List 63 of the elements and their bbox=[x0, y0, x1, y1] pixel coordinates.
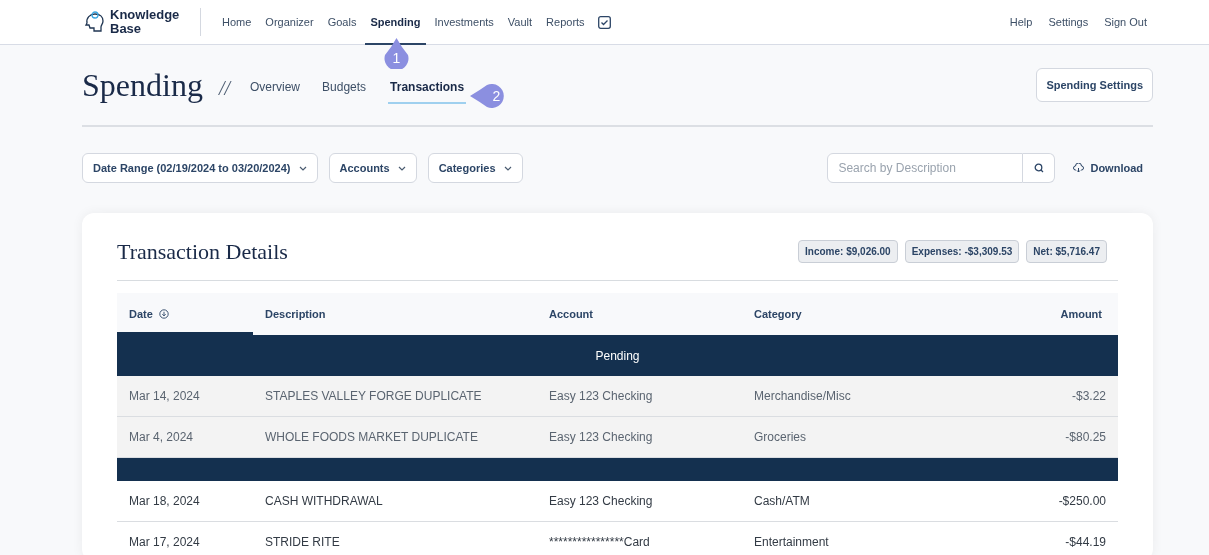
table-cell-text: -$250.00 bbox=[1057, 493, 1107, 510]
table-cell-text: Easy 123 Checking bbox=[548, 388, 654, 405]
filter-dropdown[interactable]: Categories bbox=[427, 153, 523, 183]
page-title: Spending bbox=[82, 66, 203, 105]
column-header[interactable]: Date bbox=[117, 293, 253, 335]
total-badge: Net: $5,716.47 bbox=[1026, 240, 1107, 263]
sort-down-icon[interactable] bbox=[158, 309, 169, 319]
table-cell-text: Easy 123 Checking bbox=[548, 429, 654, 446]
table-cell-text: Groceries bbox=[753, 429, 807, 446]
nav-link[interactable]: Settings bbox=[1048, 13, 1089, 31]
table-cell-text: Easy 123 Checking bbox=[548, 493, 654, 510]
column-header[interactable]: Category bbox=[742, 293, 992, 335]
column-header[interactable]: Account bbox=[537, 293, 742, 335]
table-row[interactable]: Mar 14, 2024 STAPLES VALLEY FORGE DUPLICATE Easy 123 Checking Merchandise/Misc -$3.22 bbox=[117, 376, 1118, 417]
total-badge: Income: $9,026.00 bbox=[798, 240, 898, 263]
search-field[interactable]: Search by Description bbox=[827, 153, 1024, 183]
nav-link[interactable]: Organizer bbox=[260, 0, 319, 45]
table-cell-text: Mar 14, 2024 bbox=[128, 388, 201, 405]
table-cell-text: STRIDE RITE bbox=[264, 534, 341, 551]
section-header-bar: Pending bbox=[117, 335, 1118, 376]
callout-marker: 1 bbox=[383, 38, 410, 69]
page-tab[interactable]: Overview bbox=[250, 72, 301, 104]
chevron-down-icon bbox=[397, 165, 406, 171]
table-row[interactable]: Mar 4, 2024 WHOLE FOODS MARKET DUPLICATE Easy 123 Checking Groceries -$80.25 bbox=[117, 417, 1118, 458]
table-cell-text: Cash/ATM bbox=[753, 493, 811, 510]
filter-dropdown[interactable]: Accounts bbox=[328, 153, 417, 183]
brand-name: Knowledge Base bbox=[110, 8, 181, 36]
nav-link[interactable]: Help bbox=[1009, 13, 1033, 31]
search-icon bbox=[1033, 163, 1044, 173]
table-cell-text: WHOLE FOODS MARKET DUPLICATE bbox=[264, 429, 479, 446]
nav-link[interactable]: Investments bbox=[429, 0, 499, 45]
search-button[interactable] bbox=[1023, 153, 1056, 183]
table-cell-text: Entertainment bbox=[753, 534, 830, 551]
column-header[interactable]: Description bbox=[253, 293, 537, 335]
column-header[interactable]: Amount bbox=[992, 293, 1118, 335]
table-cell-text: -$44.19 bbox=[1064, 534, 1107, 551]
download-link[interactable]: Download bbox=[1073, 159, 1143, 177]
page-tab[interactable]: Transactions bbox=[388, 72, 467, 104]
cloud-download-icon bbox=[1073, 163, 1085, 173]
total-badge: Expenses: -$3,309.53 bbox=[904, 240, 1020, 263]
table-cell-text: Mar 17, 2024 bbox=[128, 534, 201, 551]
nav-link[interactable]: Reports bbox=[541, 0, 590, 45]
table-cell-text: ****************Card bbox=[548, 534, 651, 551]
filter-dropdown[interactable]: Date Range (02/19/2024 to 03/20/2024) bbox=[82, 153, 318, 183]
title-separator: // bbox=[218, 76, 230, 101]
nav-link[interactable]: Vault bbox=[502, 0, 538, 45]
checkbox-icon[interactable] bbox=[597, 15, 611, 29]
table-cell-text: -$3.22 bbox=[1070, 388, 1107, 405]
head-gear-logo-icon bbox=[82, 10, 106, 34]
page-tab[interactable]: Budgets bbox=[322, 72, 367, 104]
chevron-down-icon bbox=[298, 165, 307, 171]
table-cell-text: Merchandise/Misc bbox=[753, 388, 852, 405]
table-cell-text: Mar 18, 2024 bbox=[128, 493, 201, 510]
table-cell-text: Mar 4, 2024 bbox=[128, 429, 195, 446]
nav-link[interactable]: Home bbox=[217, 0, 257, 45]
table-cell-text: CASH WITHDRAWAL bbox=[264, 493, 384, 510]
card-title: Transaction Details bbox=[117, 238, 288, 266]
nav-link[interactable]: Sign Out bbox=[1104, 13, 1147, 31]
chevron-down-icon bbox=[503, 165, 512, 171]
table-cell-text: -$80.25 bbox=[1064, 429, 1107, 446]
nav-link[interactable]: Goals bbox=[322, 0, 362, 45]
table-cell-text: STAPLES VALLEY FORGE DUPLICATE bbox=[264, 388, 483, 405]
settings-button[interactable]: Spending Settings bbox=[1036, 67, 1153, 103]
